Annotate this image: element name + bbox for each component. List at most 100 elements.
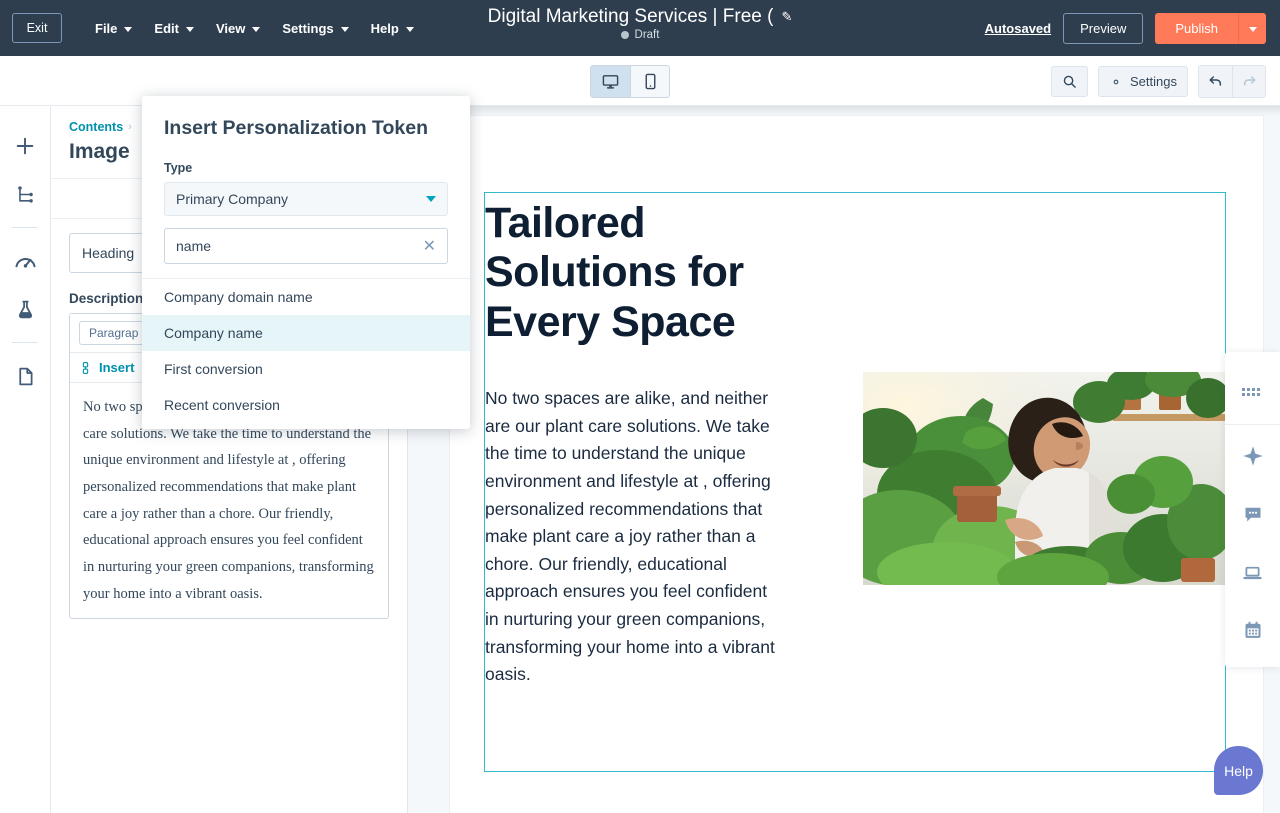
popup-token-list: Company domain name Company name First c… — [142, 277, 470, 429]
popup-header: Insert Personalization Token Type Primar… — [142, 96, 470, 216]
settings-button[interactable]: Settings — [1098, 66, 1188, 97]
menu-file[interactable]: File — [84, 15, 143, 42]
menu-help[interactable]: Help — [360, 15, 425, 42]
flask-icon — [18, 300, 32, 318]
menu-settings[interactable]: Settings — [271, 15, 359, 42]
main-menu-bar: File Edit View Settings Help — [84, 15, 425, 42]
popup-type-label: Type — [164, 160, 193, 175]
app-header: Exit File Edit View Settings Help Digita… — [0, 0, 1280, 56]
desktop-icon — [602, 75, 619, 89]
chevron-down-icon — [426, 195, 436, 202]
rail-divider — [12, 342, 38, 343]
menu-file-label: File — [95, 20, 118, 36]
chevron-down-icon — [405, 26, 414, 32]
sidebar-item-optimize[interactable] — [5, 237, 45, 285]
redo-icon — [1243, 75, 1256, 86]
rrail-divider — [1225, 424, 1280, 425]
autosaved-link[interactable]: Autosaved — [985, 21, 1051, 36]
chevron-down-icon — [124, 26, 133, 32]
status-dot-icon — [620, 31, 629, 39]
sitemap-icon — [17, 185, 33, 203]
edit-title-pencil-icon[interactable]: ✎ — [781, 9, 792, 25]
chat-button[interactable] — [1233, 485, 1273, 543]
device-preview-toggle — [590, 65, 670, 98]
close-icon[interactable]: ✕ — [423, 236, 436, 256]
settings-button-label: Settings — [1130, 74, 1177, 89]
gear-icon — [1113, 79, 1119, 84]
plus-icon — [16, 137, 34, 155]
speedometer-icon — [14, 257, 36, 268]
document-title-area: Digital Marketing Services | Free ( ✎ Dr… — [440, 6, 840, 41]
popup-title: Insert Personalization Token — [164, 117, 429, 139]
sidebar-item-ab-test[interactable] — [5, 285, 45, 333]
undo-icon — [1208, 75, 1221, 86]
chevron-down-icon — [340, 26, 349, 32]
grid-dots-icon — [1241, 388, 1260, 396]
insert-personalization-token-popup: Insert Personalization Token Type Primar… — [142, 96, 470, 429]
chevron-down-icon — [1248, 26, 1257, 32]
preview-button[interactable]: Preview — [1063, 12, 1144, 44]
menu-view-label: View — [215, 20, 246, 36]
chevron-down-icon — [252, 26, 261, 32]
menu-edit[interactable]: Edit — [143, 15, 205, 42]
undo-redo-group — [1198, 65, 1266, 98]
toolbar-right-actions: Settings — [1051, 65, 1266, 98]
app-grid-button[interactable] — [1233, 364, 1273, 422]
menu-help-label: Help — [370, 20, 399, 36]
search-icon — [1063, 75, 1076, 88]
page-canvas: Tailored Solutions for Every Space No tw… — [408, 106, 1280, 813]
hero-heading[interactable]: Tailored Solutions for Every Space — [485, 199, 785, 347]
undo-button[interactable] — [1199, 66, 1232, 97]
sidebar-item-add-module[interactable] — [5, 122, 45, 170]
rail-divider — [12, 227, 38, 228]
token-option[interactable]: Recent conversion — [142, 387, 470, 423]
token-option[interactable]: Company domain name — [142, 279, 470, 315]
selected-module-outline[interactable]: Tailored Solutions for Every Space No tw… — [484, 192, 1226, 772]
calendar-icon — [1245, 621, 1260, 638]
ai-assistant-button[interactable] — [1233, 427, 1273, 485]
hero-image[interactable] — [863, 372, 1225, 585]
exit-button[interactable]: Exit — [12, 13, 62, 43]
rte-format-select[interactable]: Paragrap — [79, 321, 149, 345]
laptop-icon — [1243, 566, 1262, 579]
token-option[interactable]: Company name — [142, 314, 470, 351]
page-title: Digital Marketing Services | Free ( — [487, 6, 774, 27]
calendar-button[interactable] — [1233, 601, 1273, 659]
publish-dropdown-button[interactable] — [1238, 12, 1266, 44]
redo-button[interactable] — [1232, 66, 1265, 97]
breadcrumb-contents-link[interactable]: Contents — [69, 120, 123, 134]
hero-paragraph[interactable]: No two spaces are alike, and neither are… — [485, 385, 785, 689]
popup-type-value: Primary Company — [176, 190, 289, 207]
header-actions: Autosaved Preview Publish — [985, 12, 1280, 44]
publish-button[interactable]: Publish — [1155, 12, 1238, 44]
personalize-icon — [82, 361, 89, 374]
device-desktop-button[interactable] — [591, 66, 630, 97]
sidebar-item-content-tree[interactable] — [5, 170, 45, 218]
canvas-page-surface: Tailored Solutions for Every Space No tw… — [450, 116, 1263, 813]
search-button[interactable] — [1051, 66, 1089, 97]
popup-type-select[interactable]: Primary Company — [164, 181, 448, 216]
canvas-top-shadow — [408, 106, 1280, 116]
sidebar-item-page-details[interactable] — [5, 352, 45, 400]
chat-icon — [1245, 507, 1260, 522]
right-icon-rail — [1225, 352, 1280, 667]
meetings-button[interactable] — [1233, 543, 1273, 601]
left-icon-rail — [0, 106, 51, 813]
sparkle-icon — [1242, 446, 1263, 466]
menu-view[interactable]: View — [205, 15, 271, 42]
breadcrumb-separator: › — [128, 121, 132, 133]
chevron-down-icon — [185, 26, 194, 32]
document-icon — [18, 367, 32, 385]
status-badge: Draft — [634, 29, 660, 41]
publish-button-group: Publish — [1155, 12, 1266, 44]
popup-search-value: name — [176, 237, 212, 254]
mobile-icon — [645, 73, 655, 90]
menu-settings-label: Settings — [282, 20, 334, 36]
token-option[interactable]: First conversion — [142, 351, 470, 387]
popup-search-input[interactable]: name ✕ — [164, 227, 448, 264]
menu-edit-label: Edit — [154, 20, 179, 36]
rte-insert-token-button[interactable]: Insert — [99, 360, 134, 375]
help-button[interactable]: Help — [1214, 746, 1263, 795]
device-mobile-button[interactable] — [630, 66, 669, 97]
plant-shop-photo — [863, 372, 1225, 585]
